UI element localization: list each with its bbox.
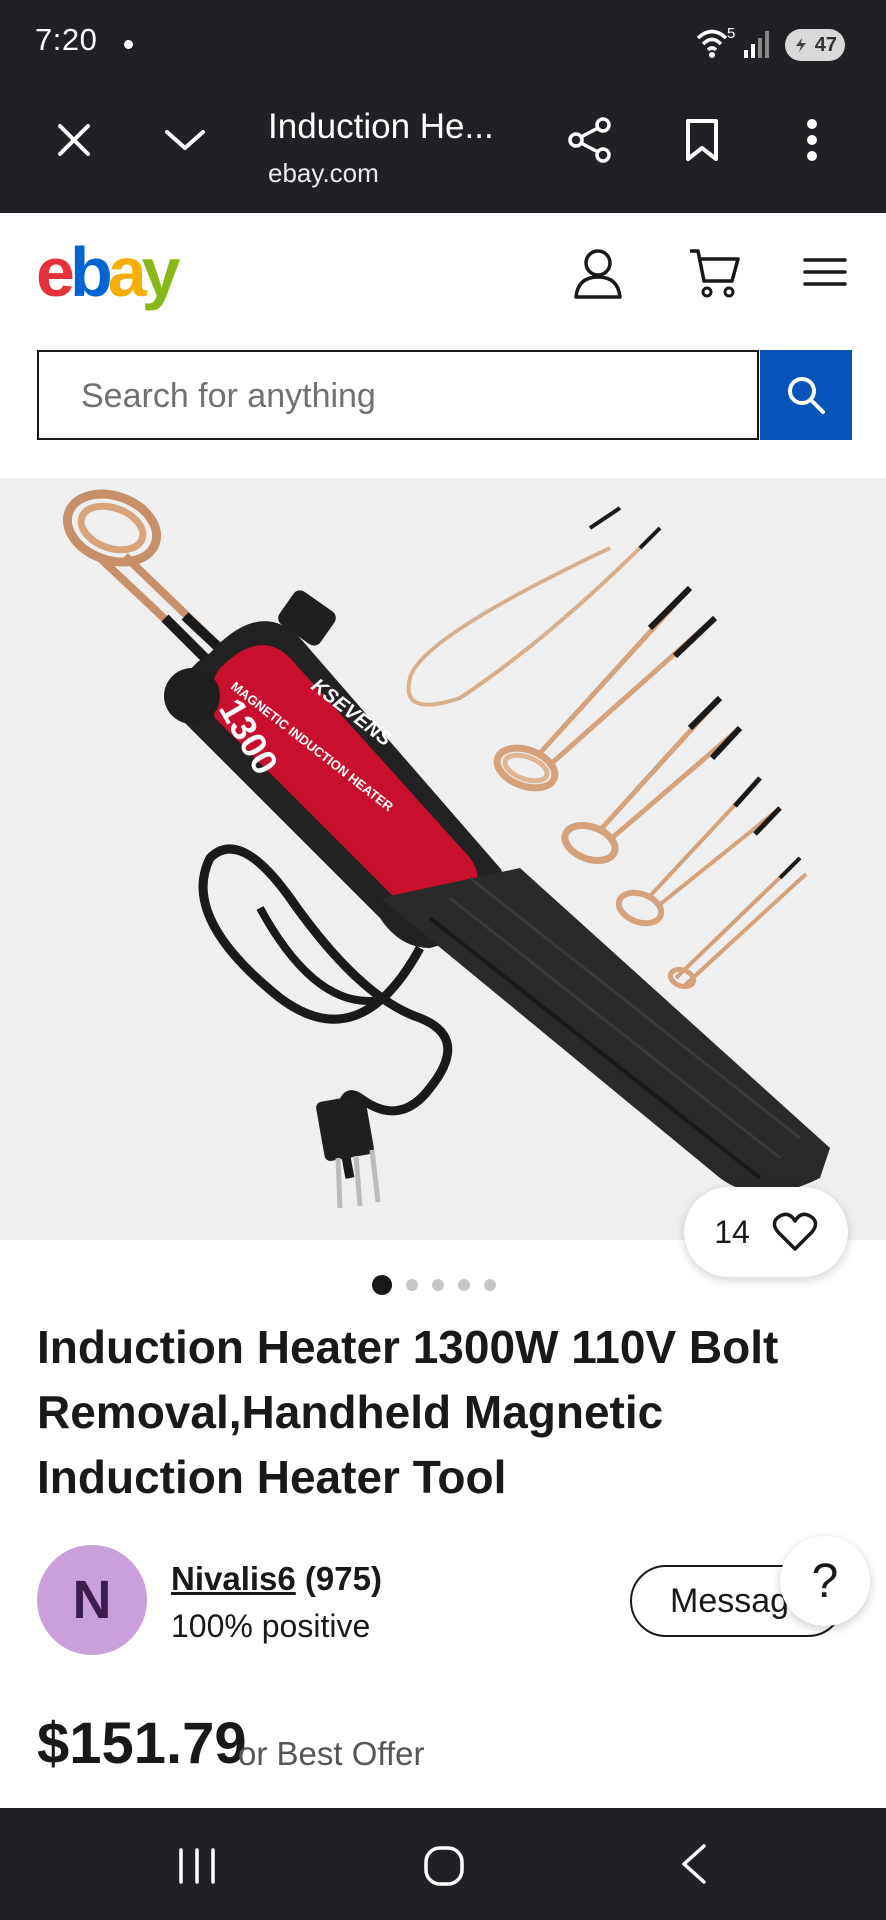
cart-button[interactable] [686,245,742,301]
back-icon[interactable] [676,1842,712,1886]
share-icon [568,117,611,163]
gallery-pagination [372,1275,496,1295]
seller-feedback-count: (975) [304,1560,382,1597]
notification-dot [124,40,133,49]
system-navigation-bar [0,1808,886,1920]
pagination-dot[interactable] [372,1275,392,1295]
pagination-dot[interactable] [484,1279,496,1291]
battery-icon: 47 [785,29,845,61]
bookmark-icon [686,119,718,161]
logo-letter-e: e [36,233,75,311]
tab-domain: ebay.com [268,158,379,188]
search-box [37,350,759,440]
seller-name-link[interactable]: Nivalis6 [171,1560,296,1597]
item-price: $151.79 [37,1711,247,1776]
seller-positive-rating: 100% positive [171,1608,371,1644]
account-icon [574,249,622,299]
recent-apps-icon[interactable] [175,1846,219,1886]
status-bar: 7:20 5 47 [0,0,886,90]
watch-count: 14 [714,1213,750,1250]
pagination-dot[interactable] [406,1279,418,1291]
best-offer-label: or Best Offer [238,1735,425,1772]
product-image: MAGNETIC INDUCTION HEATER KSEVENS 1300 [62,489,830,1209]
close-icon [58,124,90,156]
signal-icon [744,31,769,58]
wifi-label: 5 [727,25,736,42]
logo-letter-y: y [141,233,181,311]
watch-button[interactable]: 14 [684,1187,848,1277]
ebay-logo[interactable]: ebay [36,232,181,312]
chevron-down-icon [165,130,205,150]
search-input[interactable] [79,352,723,440]
bookmark-button[interactable] [672,110,732,170]
menu-button[interactable] [802,252,848,292]
cart-icon [690,249,740,298]
battery-level: 47 [814,34,837,56]
search-icon [788,377,825,414]
tab-title[interactable]: Induction He... [268,107,494,147]
search-button[interactable] [760,350,852,440]
more-options-button[interactable] [782,110,842,170]
close-tab-button[interactable] [44,110,104,170]
seller-info: Nivalis6 (975) [171,1560,382,1598]
logo-letter-b: b [69,233,113,311]
seller-avatar[interactable]: N [37,1545,147,1655]
pagination-dot[interactable] [432,1279,444,1291]
home-icon[interactable] [422,1844,466,1888]
listing-title: Induction Heater 1300W 110V Bolt Removal… [37,1321,779,1503]
status-time: 7:20 [35,22,98,57]
help-button[interactable]: ? [780,1536,870,1626]
product-image-gallery[interactable]: MAGNETIC INDUCTION HEATER KSEVENS 1300 [0,478,886,1240]
account-button[interactable] [570,245,626,301]
pagination-dot[interactable] [458,1279,470,1291]
heart-icon [772,1212,818,1251]
more-vert-icon [807,119,817,161]
logo-letter-a: a [107,233,147,311]
share-button[interactable] [560,110,620,170]
menu-icon [803,258,847,286]
collapse-button[interactable] [155,110,215,170]
